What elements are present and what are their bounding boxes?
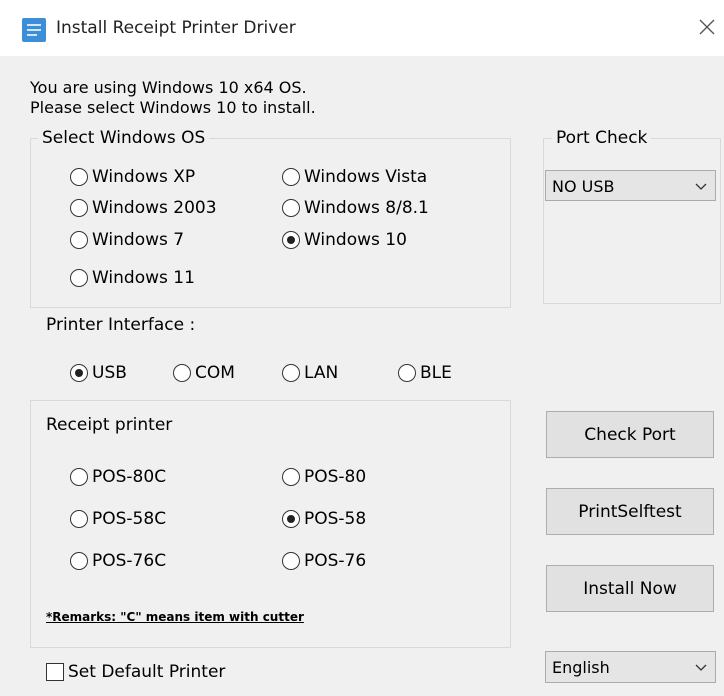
radio-label: Windows 10 bbox=[304, 230, 407, 250]
radio-button[interactable] bbox=[70, 364, 88, 382]
radio-button[interactable] bbox=[70, 231, 88, 249]
radio-label: LAN bbox=[304, 363, 339, 383]
print-selftest-button[interactable]: PrintSelftest bbox=[546, 488, 714, 535]
radio-lan[interactable]: LAN bbox=[282, 363, 338, 383]
radio-label: Windows 2003 bbox=[92, 198, 217, 218]
radio-button[interactable] bbox=[70, 552, 88, 570]
radio-label: POS-76 bbox=[304, 551, 367, 571]
radio-windows-11[interactable]: Windows 11 bbox=[70, 268, 195, 288]
radio-pos-80c[interactable]: POS-80C bbox=[70, 467, 166, 487]
radio-button[interactable] bbox=[70, 510, 88, 528]
radio-button[interactable] bbox=[70, 199, 88, 217]
radio-button[interactable] bbox=[282, 364, 300, 382]
radio-button[interactable] bbox=[282, 199, 300, 217]
language-select-value: English bbox=[552, 658, 610, 677]
radio-pos-76c[interactable]: POS-76C bbox=[70, 551, 166, 571]
install-now-button[interactable]: Install Now bbox=[546, 565, 714, 612]
app-icon bbox=[22, 18, 46, 42]
chevron-down-icon bbox=[695, 183, 707, 190]
radio-com[interactable]: COM bbox=[173, 363, 235, 383]
radio-button[interactable] bbox=[70, 168, 88, 186]
os-group-title: Select Windows OS bbox=[38, 128, 210, 148]
port-select[interactable]: NO USB bbox=[545, 170, 716, 201]
set-default-printer-checkbox[interactable]: Set Default Printer bbox=[46, 662, 225, 682]
radio-button[interactable] bbox=[282, 510, 300, 528]
cutter-remark: *Remarks: "C" means item with cutter bbox=[46, 610, 304, 624]
radio-pos-80[interactable]: POS-80 bbox=[282, 467, 366, 487]
checkbox-box[interactable] bbox=[46, 663, 64, 681]
radio-button[interactable] bbox=[282, 168, 300, 186]
radio-label: POS-58C bbox=[92, 509, 167, 529]
radio-label: Windows 7 bbox=[92, 230, 185, 250]
radio-button[interactable] bbox=[282, 231, 300, 249]
title-bar: Install Receipt Printer Driver bbox=[0, 0, 724, 56]
radio-windows-10[interactable]: Windows 10 bbox=[282, 230, 407, 250]
radio-label: Windows 11 bbox=[92, 268, 195, 288]
radio-pos-58[interactable]: POS-58 bbox=[282, 509, 366, 529]
radio-button[interactable] bbox=[282, 468, 300, 486]
printer-group-title: Receipt printer bbox=[46, 415, 173, 435]
check-port-button[interactable]: Check Port bbox=[546, 411, 714, 458]
close-button[interactable] bbox=[694, 12, 722, 44]
radio-windows-xp[interactable]: Windows XP bbox=[70, 167, 195, 187]
radio-button[interactable] bbox=[173, 364, 191, 382]
radio-windows-vista[interactable]: Windows Vista bbox=[282, 167, 427, 187]
chevron-down-icon bbox=[695, 664, 707, 671]
radio-label: POS-58 bbox=[304, 509, 367, 529]
radio-windows-8[interactable]: Windows 8/8.1 bbox=[282, 198, 429, 218]
os-info-line: You are using Windows 10 x64 OS. bbox=[30, 78, 307, 97]
checkbox-label: Set Default Printer bbox=[68, 662, 226, 682]
radio-ble[interactable]: BLE bbox=[398, 363, 452, 383]
window-title: Install Receipt Printer Driver bbox=[56, 18, 296, 38]
radio-label: USB bbox=[92, 363, 127, 383]
os-instruction-line: Please select Windows 10 to install. bbox=[30, 98, 316, 117]
port-check-title: Port Check bbox=[552, 128, 652, 148]
radio-windows-2003[interactable]: Windows 2003 bbox=[70, 198, 217, 218]
radio-label: Windows 8/8.1 bbox=[304, 198, 429, 218]
radio-label: POS-80C bbox=[92, 467, 167, 487]
radio-label: Windows XP bbox=[92, 167, 196, 187]
radio-button[interactable] bbox=[398, 364, 416, 382]
radio-usb[interactable]: USB bbox=[70, 363, 127, 383]
radio-label: POS-80 bbox=[304, 467, 367, 487]
radio-label: Windows Vista bbox=[304, 167, 428, 187]
printer-interface-label: Printer Interface : bbox=[46, 315, 196, 335]
radio-button[interactable] bbox=[70, 269, 88, 287]
radio-pos-58c[interactable]: POS-58C bbox=[70, 509, 166, 529]
radio-button[interactable] bbox=[282, 552, 300, 570]
radio-button[interactable] bbox=[70, 468, 88, 486]
radio-label: BLE bbox=[420, 363, 452, 383]
radio-label: COM bbox=[195, 363, 235, 383]
radio-label: POS-76C bbox=[92, 551, 167, 571]
language-select[interactable]: English bbox=[545, 651, 716, 683]
close-icon bbox=[699, 19, 715, 35]
port-select-value: NO USB bbox=[552, 177, 615, 196]
radio-windows-7[interactable]: Windows 7 bbox=[70, 230, 184, 250]
port-check-group bbox=[543, 138, 721, 304]
radio-pos-76[interactable]: POS-76 bbox=[282, 551, 366, 571]
